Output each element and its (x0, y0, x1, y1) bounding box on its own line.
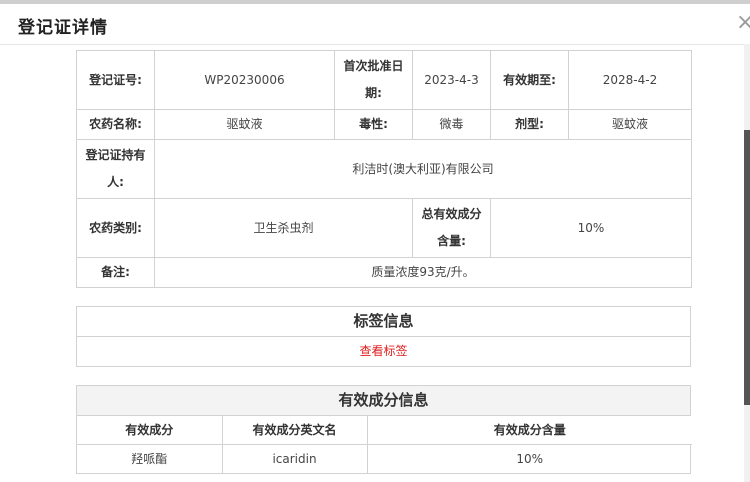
header-divider (0, 44, 744, 45)
label-info-section: 标签信息 查看标签 (76, 306, 691, 367)
ingredients-section: 有效成分信息 有效成分 有效成分英文名 有效成分含量 羟哌酯 icaridin … (76, 385, 692, 474)
table-row: 农药名称: 驱蚊液 毒性: 微毒 剂型: 驱蚊液 (76, 109, 692, 140)
reg-no-value: WP20230006 (154, 50, 335, 110)
holder-value: 利洁时(澳大利亚)有限公司 (154, 139, 692, 199)
scrollbar-thumb[interactable] (744, 130, 750, 405)
first-approval-label: 首次批准日期: (334, 50, 413, 110)
ingredients-title: 有效成分信息 (77, 386, 690, 416)
ingredient-english-name: icaridin (221, 444, 368, 473)
total-content-label: 总有效成分含量: (412, 198, 491, 258)
valid-until-value: 2028-4-2 (568, 50, 692, 110)
close-icon[interactable]: × (736, 10, 750, 36)
toxicity-value: 微毒 (412, 109, 491, 140)
dialog-header: 登记证详情 × (0, 4, 750, 44)
dialog-title: 登记证详情 (18, 18, 108, 38)
table-header-row: 有效成分 有效成分英文名 有效成分含量 (77, 416, 692, 445)
ingredient-content: 10% (366, 444, 692, 473)
table-row: 备注: 质量浓度93克/升。 (76, 257, 692, 288)
column-header: 有效成分 (77, 416, 223, 445)
table-row: 登记证持有人: 利洁时(澳大利亚)有限公司 (76, 139, 692, 199)
pesticide-name-label: 农药名称: (76, 109, 155, 140)
view-label-link[interactable]: 查看标签 (77, 337, 690, 366)
table-row: 登记证号: WP20230006 首次批准日期: 2023-4-3 有效期至: … (76, 50, 692, 110)
formulation-label: 剂型: (490, 109, 569, 140)
pesticide-name-value: 驱蚊液 (154, 109, 335, 140)
table-row: 羟哌酯 icaridin 10% (77, 444, 692, 473)
reg-no-label: 登记证号: (76, 50, 155, 110)
total-content-value: 10% (490, 198, 692, 258)
label-info-title: 标签信息 (77, 307, 690, 337)
registration-details-table: 登记证号: WP20230006 首次批准日期: 2023-4-3 有效期至: … (76, 50, 692, 288)
formulation-value: 驱蚊液 (568, 109, 692, 140)
category-value: 卫生杀虫剂 (154, 198, 413, 258)
column-header: 有效成分英文名 (221, 416, 368, 445)
column-header: 有效成分含量 (366, 416, 692, 445)
ingredient-name: 羟哌酯 (77, 444, 223, 473)
valid-until-label: 有效期至: (490, 50, 569, 110)
category-label: 农药类别: (76, 198, 155, 258)
first-approval-value: 2023-4-3 (412, 50, 491, 110)
holder-label: 登记证持有人: (76, 139, 155, 199)
remarks-label: 备注: (76, 257, 155, 288)
ingredients-table: 有效成分 有效成分英文名 有效成分含量 羟哌酯 icaridin 10% (77, 416, 692, 473)
toxicity-label: 毒性: (334, 109, 413, 140)
remarks-value: 质量浓度93克/升。 (154, 257, 692, 288)
dialog-content: 登记证号: WP20230006 首次批准日期: 2023-4-3 有效期至: … (76, 50, 692, 474)
table-row: 农药类别: 卫生杀虫剂 总有效成分含量: 10% (76, 198, 692, 258)
